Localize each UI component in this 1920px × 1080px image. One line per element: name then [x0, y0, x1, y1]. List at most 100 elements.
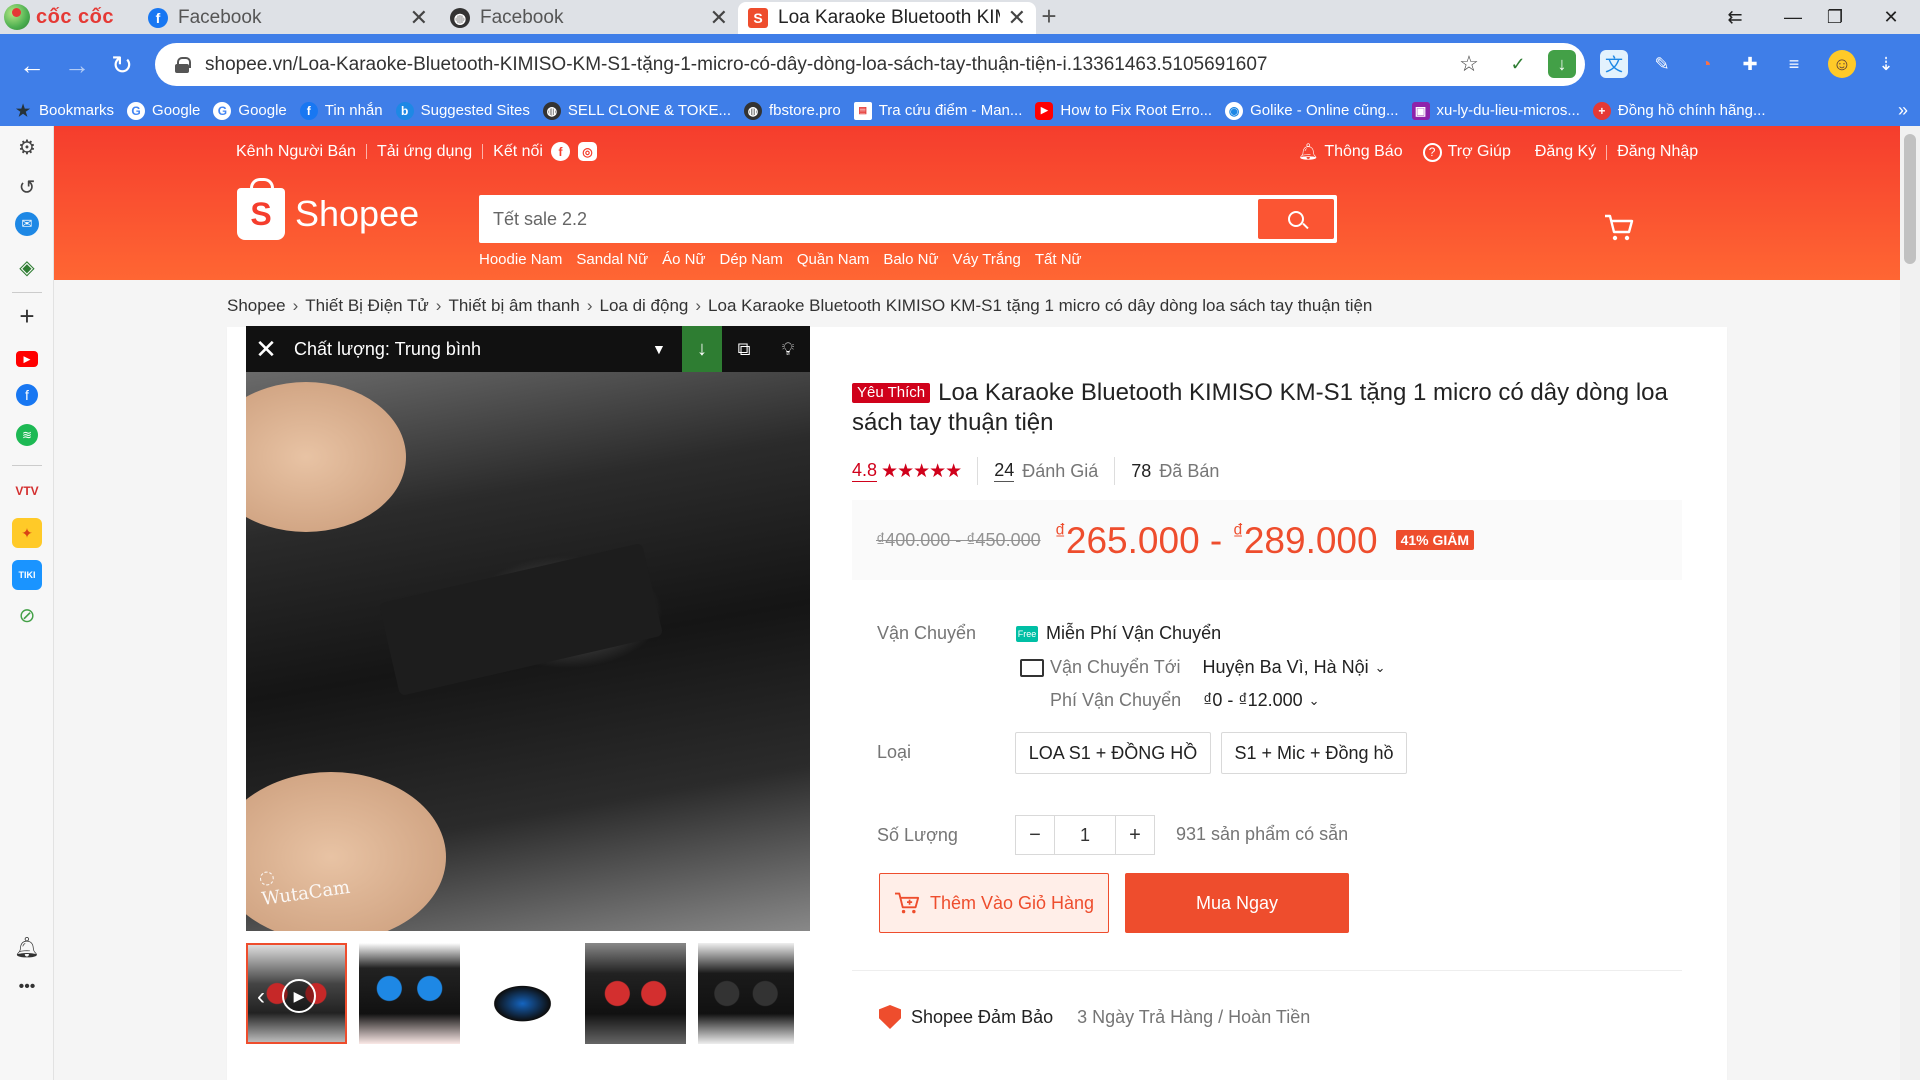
suggestion-link[interactable]: Hoodie Nam	[479, 251, 562, 268]
lock-icon[interactable]	[175, 56, 191, 73]
chevron-left-icon[interactable]: ‹	[250, 982, 272, 1012]
help-link[interactable]: Trợ Giúp	[1448, 143, 1511, 161]
maximize-button[interactable]: ❐	[1806, 0, 1864, 34]
add-panel-icon[interactable]: +	[12, 301, 42, 331]
quantity-input[interactable]: 1	[1055, 815, 1115, 855]
close-tab-icon[interactable]: ✕	[1008, 5, 1026, 31]
notifications-link[interactable]: Thông Báo	[1324, 143, 1402, 161]
variant-option[interactable]: S1 + Mic + Đồng hồ	[1221, 732, 1407, 774]
address-bar[interactable]: shopee.vn/Loa-Karaoke-Bluetooth-KIMISO-K…	[155, 43, 1585, 86]
scrollbar-thumb[interactable]	[1904, 134, 1916, 264]
settings-icon[interactable]: ⚙	[12, 132, 42, 162]
bookmark-star-icon[interactable]: ☆	[1455, 50, 1483, 78]
messenger-icon[interactable]: ✉	[15, 212, 39, 236]
bookmark-item[interactable]: ◍ fbstore.pro	[743, 101, 841, 120]
profile-avatar[interactable]: ☺	[1828, 50, 1856, 78]
history-icon[interactable]: ↺	[12, 172, 42, 202]
game-app-icon[interactable]: ✦	[12, 518, 42, 548]
tab-shopee-product[interactable]: S Loa Karaoke Bluetooth KIMISO ✕	[738, 2, 1036, 34]
download-app-link[interactable]: Tải ứng dụng	[377, 143, 472, 161]
tiki-icon[interactable]: TIKI	[12, 560, 42, 590]
add-to-cart-button[interactable]: Thêm Vào Giỏ Hàng	[879, 873, 1109, 933]
eyedropper-icon[interactable]: ✎	[1648, 50, 1676, 78]
facebook-icon[interactable]: f	[550, 142, 570, 161]
chevron-right-icon[interactable]: ›	[786, 982, 808, 1012]
quality-selector[interactable]: Chất lượng: Trung bình	[286, 339, 652, 360]
youtube-icon[interactable]: ▶	[16, 351, 38, 367]
buy-now-button[interactable]: Mua Ngay	[1125, 873, 1349, 933]
thumbnail-image[interactable]	[698, 943, 794, 1044]
bookmark-item[interactable]: G Google	[213, 101, 287, 120]
playlist-icon[interactable]: ≡	[1780, 50, 1808, 78]
new-tab-button[interactable]: +	[1034, 3, 1064, 31]
lightbulb-icon[interactable]: 💡︎	[766, 339, 810, 360]
suggestion-link[interactable]: Balo Nữ	[883, 251, 938, 268]
login-link[interactable]: Đăng Nhập	[1617, 143, 1698, 161]
register-link[interactable]: Đăng Ký	[1535, 143, 1596, 161]
download-icon[interactable]: ↓	[1548, 50, 1576, 78]
increase-quantity-button[interactable]: +	[1115, 815, 1155, 855]
product-video[interactable]: ◌ WutaCam	[246, 372, 810, 931]
game-icon[interactable]: ◈	[12, 252, 42, 282]
coccoc-extension-icon[interactable]: ⊘	[12, 600, 42, 630]
suggestion-link[interactable]: Tất Nữ	[1035, 251, 1082, 268]
thumbnail-image[interactable]	[585, 943, 686, 1044]
variant-option[interactable]: LOA S1 + ĐỒNG HỒ	[1015, 732, 1211, 774]
review-count[interactable]: 24	[994, 460, 1015, 482]
bookmark-item[interactable]: ▤ Tra cứu điểm - Man...	[853, 101, 1022, 120]
back-button[interactable]: ←	[15, 48, 49, 82]
instagram-icon[interactable]: ◎	[577, 142, 597, 161]
suggestion-link[interactable]: Quần Nam	[797, 251, 870, 268]
bookmark-item[interactable]: ◍ SELL CLONE & TOKE...	[542, 101, 731, 120]
search-button[interactable]	[1258, 199, 1334, 239]
bookmark-item[interactable]: f Tin nhắn	[299, 101, 383, 120]
reload-button[interactable]: ↻	[105, 48, 139, 82]
tab-facebook-1[interactable]: f Facebook ✕	[138, 2, 438, 34]
seller-center-link[interactable]: Kênh Người Bán	[236, 143, 356, 161]
close-window-button[interactable]: ✕	[1862, 0, 1920, 34]
thumbnail-image[interactable]	[359, 943, 460, 1044]
restore-tabs-icon[interactable]: ⇇	[1706, 0, 1764, 34]
bookmark-item[interactable]: b Suggested Sites	[395, 101, 530, 120]
close-video-icon[interactable]: ✕	[246, 334, 286, 365]
vtv-icon[interactable]: VTV	[12, 476, 42, 506]
tab-facebook-2[interactable]: ◍ Facebook ✕	[440, 2, 738, 34]
chevron-down-icon[interactable]: ⌄	[1309, 693, 1320, 709]
breadcrumb-link[interactable]: Shopee	[227, 296, 286, 316]
suggestion-link[interactable]: Váy Trắng	[953, 251, 1021, 268]
page-scrollbar[interactable]	[1900, 126, 1920, 1080]
shopee-logo[interactable]: S Shopee	[237, 178, 419, 240]
close-tab-icon[interactable]: ✕	[410, 5, 428, 31]
download-video-icon[interactable]: ↓	[682, 326, 722, 372]
close-tab-icon[interactable]: ✕	[710, 5, 728, 31]
suggestion-link[interactable]: Sandal Nữ	[576, 251, 648, 268]
more-bookmarks-icon[interactable]: »	[1898, 100, 1908, 121]
chevron-down-icon[interactable]: ⌄	[1375, 660, 1386, 676]
search-input[interactable]	[482, 208, 1258, 230]
decrease-quantity-button[interactable]: −	[1015, 815, 1055, 855]
translate-icon[interactable]: 文	[1600, 50, 1628, 78]
bookmark-item[interactable]: ★ Bookmarks	[14, 102, 114, 120]
chevron-down-icon[interactable]: ▼	[652, 341, 682, 357]
cart-icon[interactable]	[1604, 212, 1634, 242]
suggestion-link[interactable]: Áo Nữ	[662, 251, 705, 268]
bookmark-item[interactable]: ▣ xu-ly-du-lieu-micros...	[1411, 101, 1580, 120]
coccoc-logo[interactable]: cốc cốc	[4, 3, 136, 31]
spotify-icon[interactable]: ≋	[16, 424, 38, 446]
refresh-extension-icon[interactable]: ◔	[1692, 50, 1720, 78]
url-text[interactable]: shopee.vn/Loa-Karaoke-Bluetooth-KIMISO-K…	[205, 54, 1267, 76]
forward-button[interactable]: →	[60, 48, 94, 82]
bookmark-item[interactable]: ◉ Golike - Online cũng...	[1225, 101, 1399, 120]
rating-score[interactable]: 4.8	[852, 460, 878, 482]
breadcrumb-link[interactable]: Thiết bị âm thanh	[448, 296, 579, 316]
menu-icon[interactable]: ⇣	[1872, 50, 1900, 78]
shopee-guarantee[interactable]: Shopee Đảm Bảo 3 Ngày Trả Hàng / Hoàn Ti…	[879, 1005, 1310, 1029]
extensions-icon[interactable]: ✚	[1736, 50, 1764, 78]
notification-bell-icon[interactable]: 🔔︎	[12, 932, 42, 962]
picture-in-picture-icon[interactable]: ⧉	[722, 339, 766, 360]
bookmark-item[interactable]: + Đồng hồ chính hãng...	[1592, 101, 1766, 120]
thumbnail-image[interactable]	[472, 943, 573, 1044]
more-options-icon[interactable]: •••	[12, 972, 42, 1002]
bookmark-item[interactable]: ▶ How to Fix Root Erro...	[1035, 101, 1212, 120]
ship-fee-value[interactable]: ₫0 - ₫12.000	[1203, 690, 1303, 711]
